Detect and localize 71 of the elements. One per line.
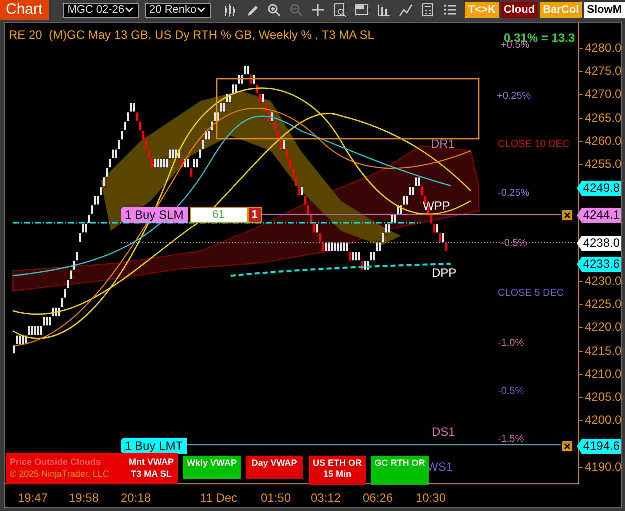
level-label: -1.5% [498, 435, 524, 445]
price-axis-label: 4230.0 [585, 275, 621, 287]
close-order-icon[interactable] [562, 210, 573, 221]
candlestick-icon[interactable] [223, 3, 238, 17]
level-label: CLOSE 5 DEC [498, 289, 564, 299]
level-label: +0.5% [501, 41, 530, 51]
indicator-badge: Day VWAP [246, 456, 303, 479]
order-count[interactable]: 1 [248, 207, 262, 223]
price-axis-label: 4200.0 [585, 414, 621, 426]
order-tag[interactable]: 1 Buy SLM [121, 207, 188, 223]
chevron-down-icon [124, 7, 134, 13]
indicator-badge: GC RTH OR [371, 456, 429, 485]
time-axis-label: 19:58 [68, 492, 100, 504]
zoom-in-icon[interactable] [267, 3, 282, 17]
interval-dropdown[interactable]: 20 Renko [144, 2, 212, 18]
level-label: -0.25% [498, 189, 530, 199]
price-axis-label: 4220.0 [585, 321, 621, 333]
price-tag: 4244.1 [577, 208, 621, 223]
chart-tab[interactable]: Chart [0, 0, 49, 20]
toolbar-button[interactable]: SlowM [584, 2, 625, 18]
time-axis-label: 20:18 [120, 492, 152, 504]
crosshair-icon[interactable] [311, 3, 326, 17]
pivot-label: DPP [432, 267, 457, 279]
price-axis-label: 4190.0 [585, 461, 621, 473]
pivot-label: DS1 [432, 426, 456, 438]
pivot-label: DR1 [431, 138, 456, 150]
price-tag: 4233.6 [577, 257, 621, 272]
price-tag: 4194.6 [577, 439, 621, 454]
price-axis-label: 4210.0 [585, 368, 621, 380]
price-axis-label: 4275.0 [585, 65, 621, 77]
price-axis-label: 4270.0 [585, 88, 621, 100]
price-axis-label: 4205.0 [585, 391, 621, 403]
price-axis-label: 4260.0 [585, 135, 621, 147]
chart-title: RE 20 (M)GC May 13 GB, US Dy RTH % GB, Weekly % , T3 MA SL [9, 29, 374, 41]
price-axis-label: 4255.0 [585, 158, 621, 170]
pivot-label: WPP [423, 200, 450, 212]
calculator-icon[interactable] [421, 3, 436, 17]
price-axis-label: 4280.0 [585, 42, 621, 54]
close-order-icon[interactable] [562, 441, 573, 452]
indicator-badge: US ETH OR 15 Min [309, 456, 366, 485]
time-axis-label: 06:26 [362, 492, 394, 504]
order-tag[interactable]: 1 Buy LMT [121, 438, 188, 454]
list-icon[interactable] [443, 3, 458, 17]
price-axis-label: 4265.0 [585, 112, 621, 124]
indicator-label: Mnt VWAP [129, 458, 174, 467]
time-axis-label: 10:30 [416, 492, 446, 504]
toolbar-button[interactable]: Cloud [500, 2, 538, 18]
instrument-dropdown[interactable]: MGC 02-26 [62, 2, 139, 18]
level-label: -0.5% [498, 387, 524, 397]
level-label: -0.5% [501, 239, 528, 249]
panel-icon[interactable] [355, 3, 370, 17]
alert-text: Price Outside Clouds [10, 458, 102, 467]
line-chart-icon[interactable] [399, 3, 414, 17]
document-search-icon[interactable] [333, 3, 348, 17]
time-axis-label: 01:50 [260, 492, 292, 504]
level-label: +0.25% [497, 92, 532, 102]
time-axis-label: 03:12 [310, 492, 342, 504]
price-tag: 4249.8 [577, 181, 621, 196]
time-axis-label: 19:47 [18, 492, 48, 504]
price-axis-label: 4225.0 [585, 298, 621, 310]
indicator-label: T3 MA SL [131, 470, 172, 479]
level-label: CLOSE 10 DEC [498, 140, 570, 150]
indicator-badge: Wkly VWAP [183, 456, 241, 479]
bar-chart-icon[interactable] [377, 3, 392, 17]
price-tag: 4238.0 [577, 236, 621, 251]
price-axis-label: 4215.0 [585, 345, 621, 357]
chevron-down-icon [197, 7, 206, 13]
time-axis-label: 11 Dec [200, 492, 238, 504]
copyright-text: © 2025 NinjaTrader, LLC [10, 470, 110, 479]
pencil-icon[interactable] [245, 3, 260, 17]
level-label: -1.0% [498, 339, 524, 349]
